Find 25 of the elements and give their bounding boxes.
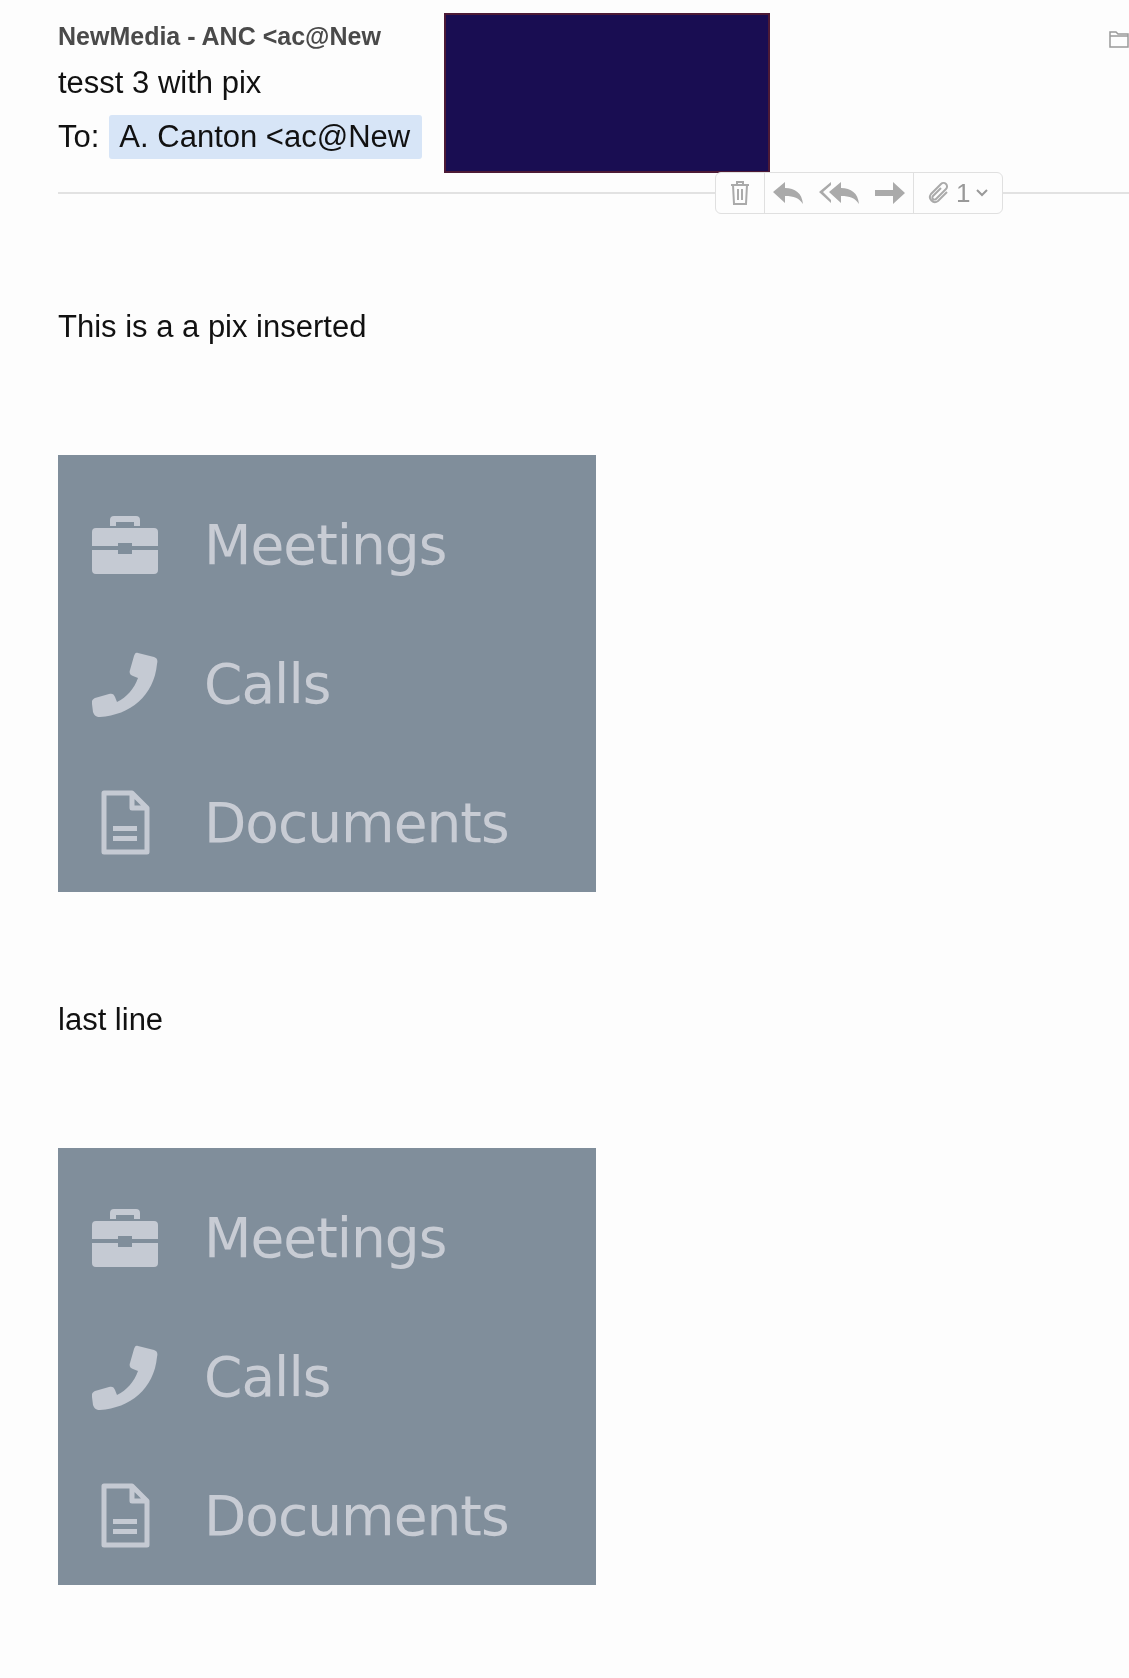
chevron-icon bbox=[976, 189, 989, 197]
menu-label: Calls bbox=[204, 1344, 331, 1409]
phone-icon bbox=[92, 650, 158, 717]
document-icon bbox=[100, 1482, 150, 1549]
sender-name: NewMedia - ANC <ac@New bbox=[58, 22, 381, 51]
reply-all-arrow-icon bbox=[819, 182, 859, 204]
folder-icon[interactable] bbox=[1109, 30, 1129, 48]
email-subject: tesst 3 with pix bbox=[58, 65, 262, 101]
menu-label: Documents bbox=[204, 1483, 509, 1548]
menu-label: Documents bbox=[204, 790, 509, 855]
menu-label: Meetings bbox=[204, 1205, 447, 1270]
trash-icon bbox=[730, 181, 750, 205]
paperclip-icon bbox=[928, 181, 950, 205]
briefcase-icon bbox=[92, 515, 158, 574]
menu-label: Meetings bbox=[204, 512, 447, 577]
recipient-chip[interactable]: A. Canton <ac@New bbox=[109, 115, 423, 159]
document-icon bbox=[100, 789, 150, 856]
briefcase-icon bbox=[92, 1208, 158, 1267]
menu-label: Calls bbox=[204, 651, 331, 716]
right-arrow-icon bbox=[875, 182, 905, 204]
to-label: To: bbox=[58, 119, 100, 155]
phone-icon bbox=[92, 1343, 158, 1410]
reply-arrow-icon bbox=[773, 182, 803, 204]
message-text: This is a a pix inserted bbox=[58, 309, 368, 345]
message-text: last line bbox=[58, 1002, 165, 1038]
